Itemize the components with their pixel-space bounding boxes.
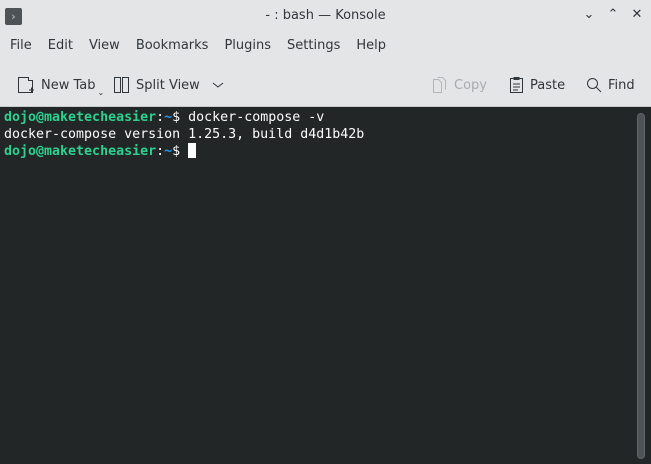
new-tab-label: New Tab [41, 77, 96, 93]
text-cursor [188, 143, 197, 158]
split-view-label: Split View [136, 77, 200, 93]
menu-file[interactable]: File [2, 32, 40, 62]
minimize-icon[interactable]: ⌄ [581, 7, 597, 25]
menu-bar: File Edit View Bookmarks Plugins Setting… [0, 32, 651, 62]
menu-view[interactable]: View [81, 32, 128, 62]
paste-icon [510, 77, 523, 93]
new-tab-icon [18, 77, 34, 93]
terminal-line: dojo@maketecheasier:~$ docker-compose -v [4, 110, 325, 125]
paste-label: Paste [530, 77, 566, 93]
find-label: Find [608, 77, 635, 93]
toolbar: New Tab ⌄ Split View Copy Paste Find [0, 62, 651, 107]
terminal-output[interactable]: dojo@maketecheasier:~$ docker-compose -v… [0, 107, 651, 464]
title-bar: › - : bash — Konsole ⌄ ⌃ ✕ [0, 0, 651, 32]
command: docker-compose -v [188, 110, 325, 125]
menu-plugins[interactable]: Plugins [216, 32, 279, 62]
menu-settings[interactable]: Settings [279, 32, 348, 62]
copy-icon [433, 77, 446, 93]
paste-button[interactable]: Paste [509, 74, 565, 96]
chevron-down-icon [212, 82, 224, 88]
search-icon [587, 78, 602, 93]
chevron-down-icon: ⌄ [97, 87, 105, 97]
new-tab-button[interactable]: New Tab ⌄ [17, 74, 105, 97]
terminal-line: docker-compose version 1.25.3, build d4d… [4, 127, 365, 142]
terminal-line: dojo@maketecheasier:~$ [4, 143, 651, 160]
menu-edit[interactable]: Edit [40, 32, 81, 62]
find-button[interactable]: Find [586, 74, 635, 96]
copy-button[interactable]: Copy [432, 74, 487, 96]
menu-bookmarks[interactable]: Bookmarks [128, 32, 217, 62]
scrollbar[interactable] [637, 113, 645, 459]
menu-help[interactable]: Help [348, 32, 394, 62]
maximize-icon[interactable]: ⌃ [605, 7, 621, 25]
copy-label: Copy [454, 77, 487, 93]
close-icon[interactable]: ✕ [629, 7, 645, 25]
split-view-icon [114, 77, 129, 93]
split-view-button[interactable]: Split View [113, 74, 224, 96]
window-title: - : bash — Konsole [265, 8, 386, 23]
